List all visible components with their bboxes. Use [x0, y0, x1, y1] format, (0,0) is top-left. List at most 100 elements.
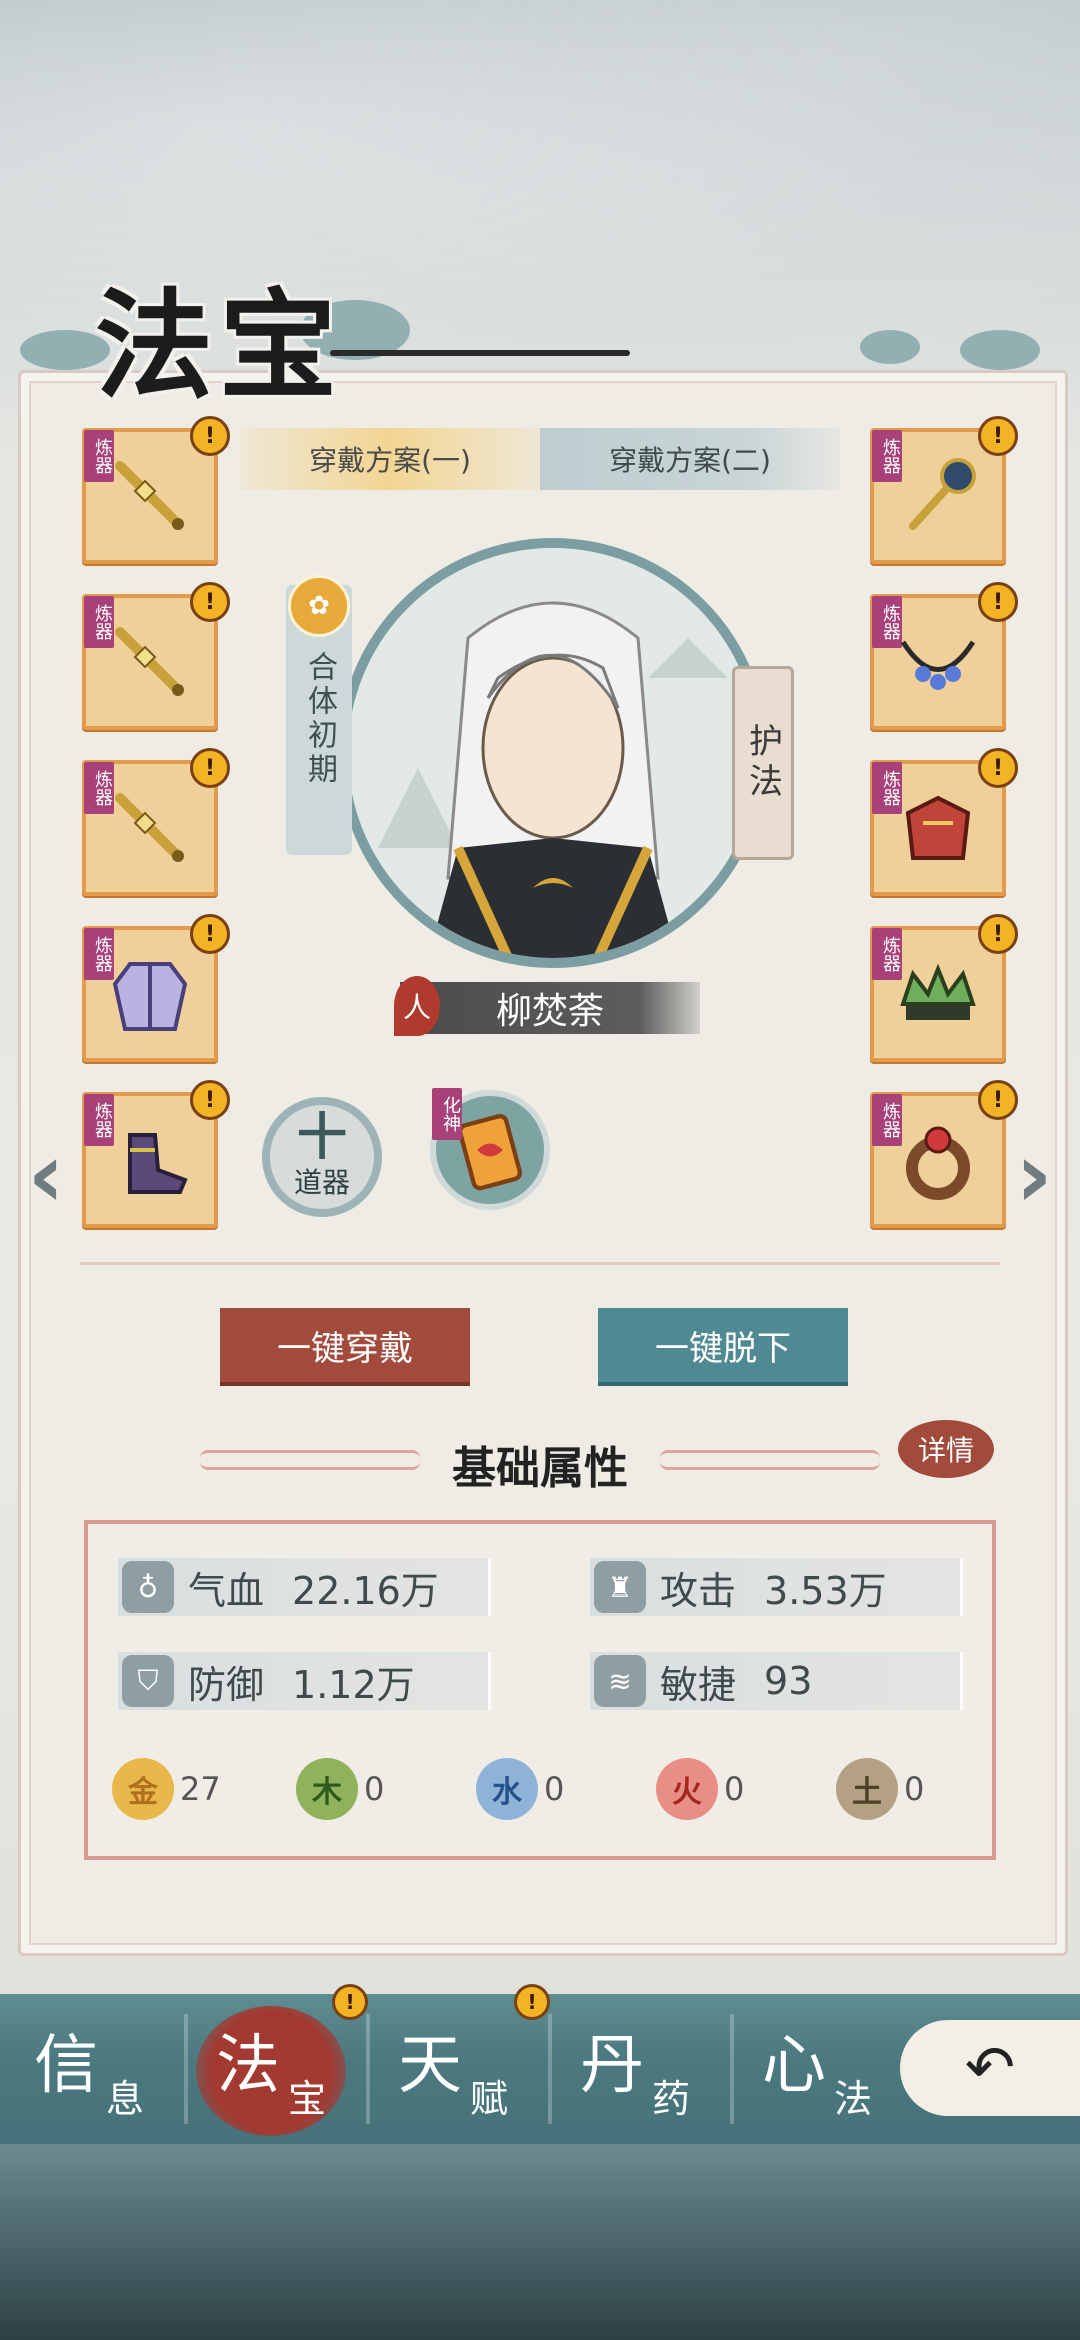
element-earth: 土 0	[836, 1758, 924, 1820]
nav-separator	[366, 2014, 370, 2124]
nav-separator	[184, 2014, 188, 2124]
sword-icon	[115, 461, 184, 530]
title-underline	[330, 350, 630, 356]
stat-agility: ≋ 敏捷 93	[590, 1652, 963, 1710]
tab-plan-2[interactable]: 穿戴方案(二)	[540, 428, 840, 490]
earth-orb-icon: 土	[836, 1758, 898, 1820]
equip-slot-right-5[interactable]: 炼器 !	[870, 1080, 1018, 1228]
blood-drop-icon: ♁	[122, 1561, 174, 1613]
nav-sublabel: 药	[652, 2077, 691, 2121]
stat-attack: ♜ 攻击 3.53万	[590, 1558, 963, 1616]
nav-item-mind[interactable]: 心 法	[742, 2004, 922, 2134]
landscape-background	[0, 2144, 1080, 2340]
nav-item-info[interactable]: 信 息	[14, 2004, 194, 2134]
back-arrow-icon: ↶	[964, 2033, 1016, 2103]
stat-name: 气血	[188, 1568, 265, 1613]
wear-all-button[interactable]: 一键穿戴	[220, 1308, 470, 1382]
nav-item-pills[interactable]: 丹 药	[560, 2004, 740, 2134]
realm-label: 合体初期	[302, 651, 337, 787]
nav-label: 天	[398, 2029, 462, 2103]
race-badge: 人	[394, 976, 440, 1036]
equip-slot-left-5[interactable]: 炼器 !	[82, 1080, 230, 1228]
wind-icon: ≋	[594, 1655, 646, 1707]
element-value: 0	[904, 1770, 925, 1808]
tab-plan-1[interactable]: 穿戴方案(一)	[240, 428, 540, 490]
nav-separator	[548, 2014, 552, 2124]
element-value: 0	[724, 1770, 745, 1808]
stat-defense: ⛉ 防御 1.12万	[118, 1652, 491, 1710]
element-water: 水 0	[476, 1758, 564, 1820]
nav-item-talent[interactable]: 天 赋	[378, 2004, 558, 2134]
detail-button[interactable]: 详情	[898, 1420, 994, 1478]
water-orb-icon: 水	[476, 1758, 538, 1820]
character-avatar	[348, 548, 758, 958]
stat-value: 1.12万	[292, 1662, 415, 1707]
equip-slot-right-3[interactable]: 炼器 !	[870, 748, 1018, 896]
nav-sublabel: 法	[834, 2077, 873, 2121]
remove-all-button[interactable]: 一键脱下	[598, 1308, 848, 1382]
element-fire: 火 0	[656, 1758, 744, 1820]
equip-slot-right-2[interactable]: 炼器 !	[870, 582, 1018, 730]
element-value: 27	[180, 1770, 221, 1808]
shield-icon: ⛉	[122, 1655, 174, 1707]
cloud-decoration	[860, 330, 920, 364]
plus-icon: 十	[297, 1108, 347, 1166]
nav-label: 心	[762, 2029, 826, 2103]
element-value: 0	[544, 1770, 565, 1808]
tool-slot-label: 道器	[293, 1166, 350, 1199]
nav-sublabel: 息	[106, 2077, 145, 2121]
protect-button[interactable]: 护法	[732, 666, 794, 860]
alert-icon: !	[332, 1984, 368, 2020]
stat-value: 93	[764, 1659, 813, 1703]
equip-slot-right-4[interactable]: 炼器 !	[870, 914, 1018, 1062]
character-portrait[interactable]	[338, 538, 768, 968]
sword-icon	[115, 793, 184, 862]
stat-value: 22.16万	[292, 1568, 439, 1613]
sword-icon	[115, 627, 184, 696]
lotus-icon: ✿	[288, 575, 350, 637]
metal-orb-icon: 金	[112, 1758, 174, 1820]
equip-slot-right-1[interactable]: 炼器 !	[870, 416, 1018, 564]
nav-label: 丹	[580, 2029, 644, 2103]
nav-sublabel: 宝	[288, 2077, 327, 2121]
necklace-icon	[900, 640, 976, 690]
character-name: 柳焚荼	[400, 982, 700, 1034]
fire-orb-icon: 火	[656, 1758, 718, 1820]
divider	[80, 1262, 1000, 1265]
helmet-icon: ♜	[594, 1561, 646, 1613]
boots-icon	[128, 1133, 188, 1194]
nav-sublabel: 赋	[470, 2077, 509, 2121]
tool-slot-button[interactable]: 十 道器	[262, 1097, 382, 1217]
nav-label: 信	[34, 2029, 98, 2103]
equip-slot-left-3[interactable]: 炼器 !	[82, 748, 230, 896]
page-title: 法宝	[95, 276, 344, 415]
element-value: 0	[364, 1770, 385, 1808]
stat-name: 攻击	[660, 1568, 737, 1613]
transform-tag: 化神	[432, 1088, 462, 1140]
realm-badge: ✿ 合体初期	[286, 575, 352, 855]
equip-slot-left-1[interactable]: 炼器 !	[82, 416, 230, 564]
nav-item-treasure[interactable]: 法 宝	[196, 2004, 376, 2134]
crown-icon	[900, 963, 976, 1020]
prev-arrow-icon[interactable]: ‹	[18, 1123, 74, 1228]
cloud-decoration	[960, 330, 1040, 370]
nav-separator	[730, 2014, 734, 2124]
stat-hp: ♁ 气血 22.16万	[118, 1558, 491, 1616]
stat-name: 防御	[188, 1662, 265, 1707]
transform-slot-button[interactable]: 化神	[430, 1088, 550, 1210]
equip-slot-left-4[interactable]: 炼器 !	[82, 914, 230, 1062]
equip-slot-left-2[interactable]: 炼器 !	[82, 582, 230, 730]
nav-label: 法	[216, 2029, 280, 2103]
next-arrow-icon[interactable]: ›	[1006, 1123, 1062, 1228]
back-button[interactable]: ↶	[900, 2020, 1080, 2116]
alert-icon: !	[514, 1984, 550, 2020]
stat-value: 3.53万	[764, 1568, 887, 1613]
element-metal: 金 27	[112, 1758, 221, 1820]
protect-label: 护法	[742, 723, 783, 803]
stat-name: 敏捷	[660, 1662, 737, 1707]
element-wood: 木 0	[296, 1758, 384, 1820]
armor-icon	[905, 795, 971, 860]
ring-icon	[906, 1126, 970, 1200]
robe-icon	[112, 962, 188, 1031]
fan-icon	[909, 458, 976, 530]
